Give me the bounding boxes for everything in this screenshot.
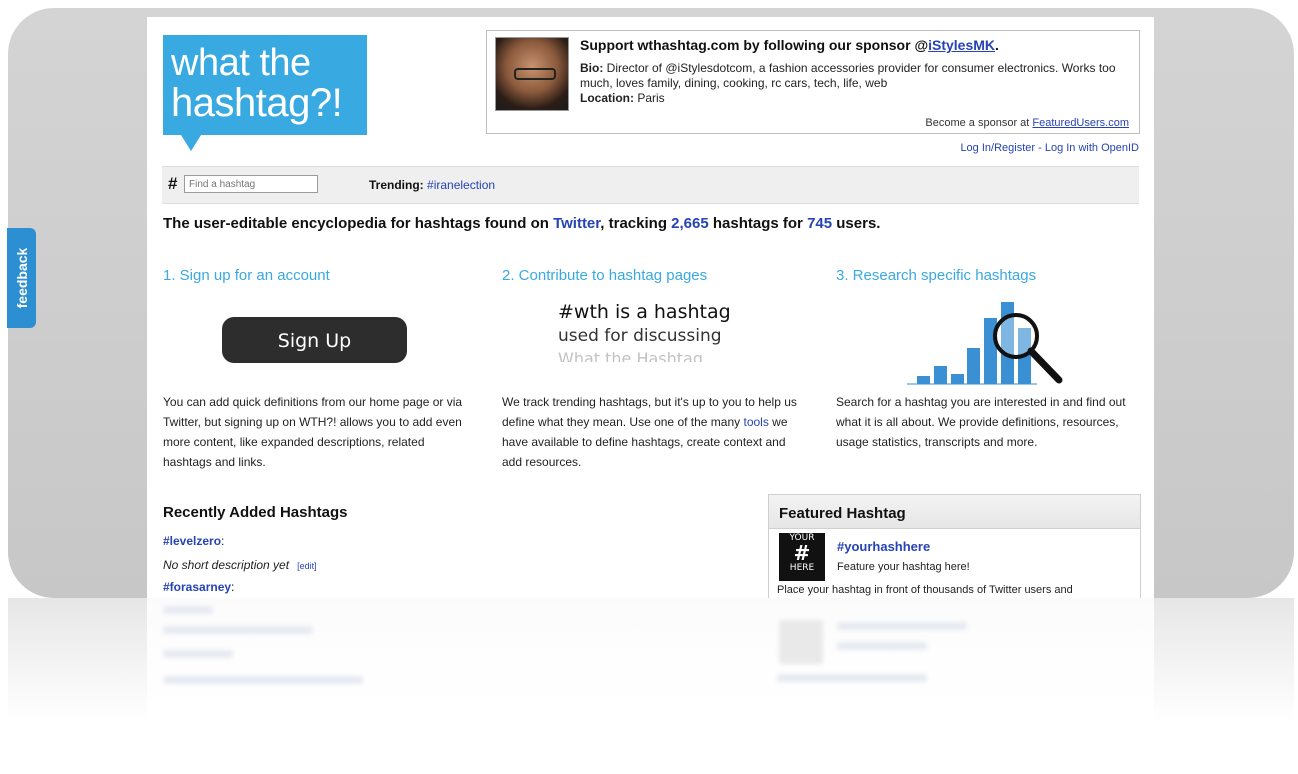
reflection-line	[163, 626, 313, 634]
reflection-line	[163, 676, 363, 684]
bar-chart-magnifier-icon	[907, 302, 1063, 385]
trending-tag-link[interactable]: #iranelection	[427, 178, 495, 192]
recent-hashtags-heading: Recently Added Hashtags	[163, 504, 348, 521]
featured-subtitle: Feature your hashtag here!	[837, 561, 970, 573]
sponsor-title: Support wthashtag.com by following our s…	[580, 37, 999, 53]
reflection-line	[163, 606, 213, 614]
your-hash-here-badge[interactable]: YOUR # HERE	[779, 533, 825, 581]
sponsor-box: Support wthashtag.com by following our s…	[486, 30, 1140, 134]
reflection-line	[779, 620, 823, 664]
featured-heading: Featured Hashtag	[769, 495, 1140, 529]
become-sponsor: Become a sponsor at FeaturedUsers.com	[925, 117, 1129, 129]
hashtag-search-input[interactable]	[184, 175, 318, 193]
trending-label: Trending:	[369, 178, 424, 192]
logo-line-2: hashtag?!	[171, 81, 343, 125]
auth-separator: -	[1035, 142, 1045, 154]
logo-line-1: what the	[171, 42, 311, 84]
badge-hash: #	[793, 541, 811, 565]
reflection	[8, 598, 1294, 774]
tagline-text-1: The user-editable encyclopedia for hasht…	[163, 215, 554, 232]
trending: Trending: #iranelection	[369, 178, 495, 192]
signup-heading: 1. Sign up for an account	[163, 267, 330, 284]
edit-link[interactable]: [edit]	[297, 561, 317, 571]
demo-line-3: What the Hashtag.	[558, 349, 709, 362]
sponsor-avatar[interactable]	[495, 37, 569, 111]
feedback-label: feedback	[13, 247, 30, 309]
contribute-description: We track trending hashtags, but it's up …	[502, 392, 802, 472]
reflection-line	[163, 650, 233, 658]
user-count: 745	[807, 215, 833, 232]
hashtag-link[interactable]: #levelzero	[163, 534, 221, 548]
tagline-text-3: hashtags for	[708, 215, 808, 232]
bio-label: Bio:	[580, 61, 604, 75]
research-heading: 3. Research specific hashtags	[836, 267, 1037, 284]
icon-bar	[951, 374, 964, 384]
demo-line-1: #wth is a hashtag	[558, 301, 731, 323]
badge-bottom: HERE	[789, 563, 815, 573]
wth-definition-demo: #wth is a hashtag used for discussing Wh…	[558, 300, 778, 362]
bio-text: Director of @iStylesdotcom, a fashion ac…	[580, 61, 1116, 90]
list-item: #levelzero:	[163, 534, 224, 548]
avatar-glasses	[514, 68, 556, 80]
location-label: Location:	[580, 91, 634, 105]
tagline-text-4: users.	[832, 215, 881, 232]
sponsor-handle-link[interactable]: iStylesMK	[928, 37, 995, 53]
feedback-tab[interactable]: feedback	[7, 228, 36, 328]
sponsor-bio: Bio: Director of @iStylesdotcom, a fashi…	[580, 61, 1120, 106]
reflection-line	[777, 674, 927, 682]
reflection-line	[837, 642, 927, 650]
icon-bar	[967, 348, 980, 384]
hashtag-description: No short description yet [edit]	[163, 558, 317, 572]
site-logo[interactable]: what the hashtag?!	[163, 35, 367, 135]
auth-links: Log In/Register - Log In with OpenID	[960, 142, 1139, 154]
tools-link[interactable]: tools	[743, 415, 768, 429]
list-item: #forasarney:	[163, 580, 234, 594]
signup-description: You can add quick definitions from our h…	[163, 395, 463, 469]
magnifier-handle	[1027, 347, 1063, 384]
hash-icon: #	[168, 174, 178, 193]
webpage: what the hashtag?! Support wthashtag.com…	[147, 17, 1154, 598]
featured-hashtag-box: Featured Hashtag YOUR # HERE #yourhashhe…	[768, 494, 1141, 598]
sign-up-button[interactable]: Sign Up	[222, 317, 407, 363]
featured-description: Place your hashtag in front of thousands…	[777, 584, 1073, 596]
hashtag-link[interactable]: #forasarney	[163, 580, 231, 594]
featuredusers-link[interactable]: FeaturedUsers.com	[1032, 117, 1129, 129]
sponsor-title-suffix: .	[995, 37, 999, 53]
login-register-link[interactable]: Log In/Register	[960, 142, 1035, 154]
location-text: Paris	[637, 91, 665, 105]
hashtag-colon: :	[221, 534, 225, 548]
openid-login-link[interactable]: Log In with OpenID	[1045, 142, 1139, 154]
logo-speech-tail	[181, 135, 201, 151]
tagline-text-2: , tracking	[600, 215, 672, 232]
become-sponsor-text: Become a sponsor at	[925, 117, 1033, 129]
search-bar: # Trending: #iranelection	[162, 166, 1139, 204]
featured-hashtag-link[interactable]: #yourhashhere	[837, 539, 930, 554]
demo-line-2: used for discussing	[558, 326, 722, 346]
reflection-fade	[147, 598, 1154, 774]
site-tagline: The user-editable encyclopedia for hasht…	[163, 215, 880, 232]
hashtag-colon: :	[231, 580, 235, 594]
research-description: Search for a hashtag you are interested …	[836, 395, 1126, 449]
sponsor-title-text: Support wthashtag.com by following our s…	[580, 37, 929, 53]
reflection-line	[837, 622, 967, 630]
contribute-heading: 2. Contribute to hashtag pages	[502, 267, 708, 284]
short-description: No short description yet	[163, 558, 290, 572]
twitter-link[interactable]: Twitter	[553, 215, 600, 232]
hashtag-count: 2,665	[671, 215, 709, 232]
icon-bar	[934, 366, 947, 384]
icon-bar	[917, 376, 930, 384]
